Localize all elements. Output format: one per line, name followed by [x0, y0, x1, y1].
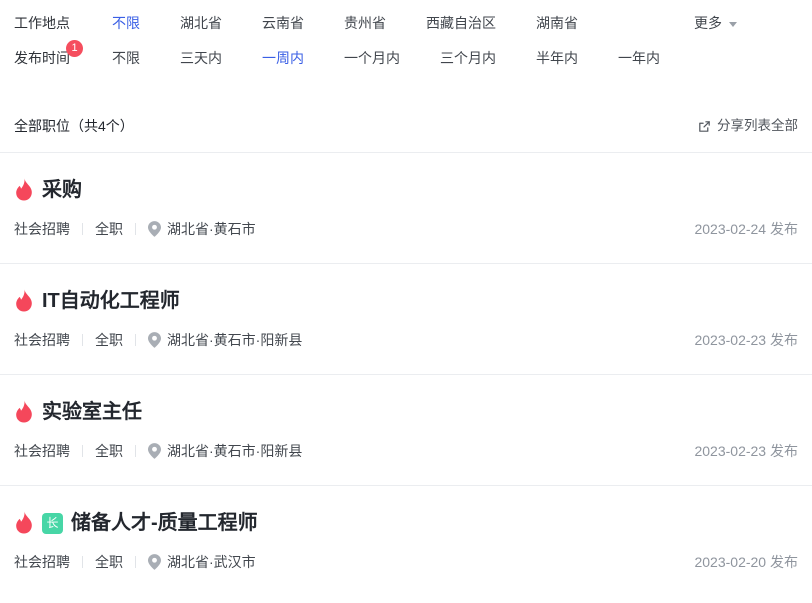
job-type: 全职 [95, 220, 123, 238]
list-title: 全部职位（共4个） [14, 117, 134, 135]
location-option-unlimited[interactable]: 不限 [112, 13, 140, 34]
share-list-button[interactable]: 分享列表全部 [697, 117, 798, 135]
job-item[interactable]: IT自动化工程师 社会招聘 全职 湖北省·黄石市·阳新县 2023-02-23 … [0, 264, 812, 375]
job-item[interactable]: 实验室主任 社会招聘 全职 湖北省·黄石市·阳新县 2023-02-23 发布 [0, 375, 812, 486]
location-pin-icon [148, 332, 161, 348]
time-option-1week[interactable]: 一周内 [262, 48, 304, 69]
job-title[interactable]: 采购 [42, 177, 82, 203]
filter-label-location: 工作地点 [14, 13, 112, 34]
filter-row-publish-time: 发布时间 1 不限 三天内 一周内 一个月内 三个月内 半年内 一年内 [14, 48, 798, 69]
job-item[interactable]: 长 储备人才-质量工程师 社会招聘 全职 湖北省·武汉市 2023-02-20 … [0, 486, 812, 596]
divider [82, 556, 83, 568]
job-publish-date: 2023-02-23 发布 [694, 442, 798, 460]
more-locations-dropdown[interactable]: 更多 [694, 13, 737, 34]
job-list: 采购 社会招聘 全职 湖北省·黄石市 2023-02-24 发布 IT自动化工程… [0, 153, 812, 596]
hot-flame-icon [14, 178, 34, 202]
filter-label-publish-time: 发布时间 1 [14, 48, 112, 69]
filter-label-text: 工作地点 [14, 15, 70, 31]
job-category: 社会招聘 [14, 220, 70, 238]
job-list-page: 工作地点 不限 湖北省 云南省 贵州省 西藏自治区 湖南省 更多 发布时间 1 … [0, 0, 812, 603]
job-meta: 社会招聘 全职 湖北省·黄石市 2023-02-24 发布 [14, 220, 798, 238]
divider [82, 445, 83, 457]
location-option-hubei[interactable]: 湖北省 [180, 13, 222, 34]
location-pin-icon [148, 554, 161, 570]
job-meta: 社会招聘 全职 湖北省·黄石市·阳新县 2023-02-23 发布 [14, 442, 798, 460]
share-icon [697, 119, 712, 134]
location-option-hunan[interactable]: 湖南省 [536, 13, 578, 34]
job-location: 湖北省·黄石市·阳新县 [167, 442, 302, 460]
job-title-row: 长 储备人才-质量工程师 [14, 510, 798, 536]
job-category: 社会招聘 [14, 331, 70, 349]
location-option-yunnan[interactable]: 云南省 [262, 13, 304, 34]
time-option-halfyear[interactable]: 半年内 [536, 48, 578, 69]
job-location: 湖北省·黄石市·阳新县 [167, 331, 302, 349]
job-type: 全职 [95, 331, 123, 349]
location-option-guizhou[interactable]: 贵州省 [344, 13, 386, 34]
job-category: 社会招聘 [14, 553, 70, 571]
more-label: 更多 [694, 13, 722, 34]
hot-flame-icon [14, 400, 34, 424]
location-pin-icon [148, 221, 161, 237]
job-title[interactable]: 实验室主任 [42, 399, 142, 425]
job-location: 湖北省·武汉市 [167, 553, 256, 571]
filters-section: 工作地点 不限 湖北省 云南省 贵州省 西藏自治区 湖南省 更多 发布时间 1 … [0, 0, 812, 69]
divider [135, 334, 136, 346]
job-location: 湖北省·黄石市 [167, 220, 256, 238]
job-type: 全职 [95, 553, 123, 571]
hot-flame-icon [14, 289, 34, 313]
job-item[interactable]: 采购 社会招聘 全职 湖北省·黄石市 2023-02-24 发布 [0, 153, 812, 264]
job-type: 全职 [95, 442, 123, 460]
job-category: 社会招聘 [14, 442, 70, 460]
time-option-unlimited[interactable]: 不限 [112, 48, 140, 69]
time-option-3months[interactable]: 三个月内 [440, 48, 496, 69]
share-label: 分享列表全部 [717, 117, 798, 135]
time-option-3days[interactable]: 三天内 [180, 48, 222, 69]
job-meta: 社会招聘 全职 湖北省·黄石市·阳新县 2023-02-23 发布 [14, 331, 798, 349]
divider [135, 556, 136, 568]
divider [135, 445, 136, 457]
job-publish-date: 2023-02-20 发布 [694, 553, 798, 571]
location-option-xizang[interactable]: 西藏自治区 [426, 13, 496, 34]
job-title[interactable]: IT自动化工程师 [42, 288, 180, 314]
job-meta: 社会招聘 全职 湖北省·武汉市 2023-02-20 发布 [14, 553, 798, 571]
long-term-tag: 长 [42, 513, 63, 534]
location-pin-icon [148, 443, 161, 459]
job-title-row: 实验室主任 [14, 399, 798, 425]
hot-flame-icon [14, 511, 34, 535]
divider [135, 223, 136, 235]
filter-count-badge: 1 [66, 40, 83, 57]
list-header: 全部职位（共4个） 分享列表全部 [0, 117, 812, 153]
chevron-down-icon [729, 22, 737, 27]
job-publish-date: 2023-02-24 发布 [694, 220, 798, 238]
filter-label-text: 发布时间 [14, 50, 70, 66]
divider [82, 223, 83, 235]
time-option-1month[interactable]: 一个月内 [344, 48, 400, 69]
divider [82, 334, 83, 346]
filter-row-location: 工作地点 不限 湖北省 云南省 贵州省 西藏自治区 湖南省 更多 [14, 13, 798, 34]
job-publish-date: 2023-02-23 发布 [694, 331, 798, 349]
job-title-row: 采购 [14, 177, 798, 203]
job-title[interactable]: 储备人才-质量工程师 [71, 510, 258, 536]
time-option-1year[interactable]: 一年内 [618, 48, 660, 69]
job-title-row: IT自动化工程师 [14, 288, 798, 314]
